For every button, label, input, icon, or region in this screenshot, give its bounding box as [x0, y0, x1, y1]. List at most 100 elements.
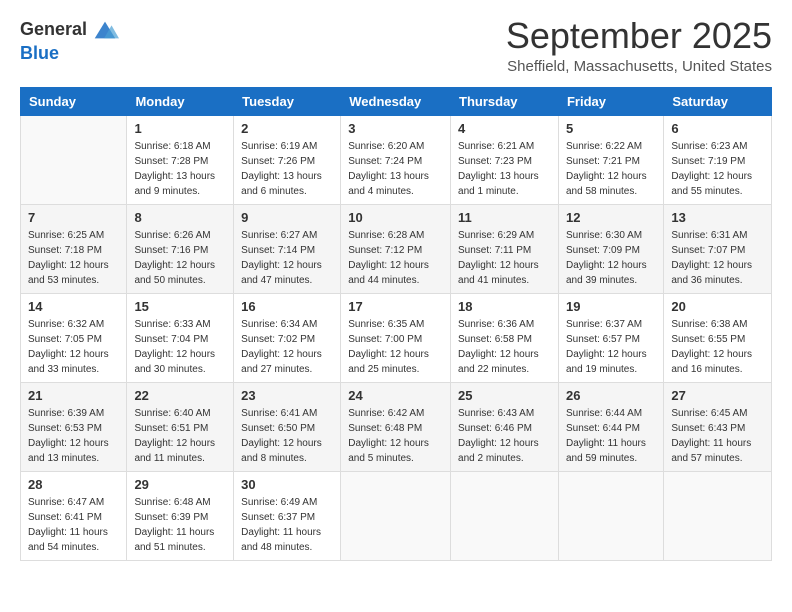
- calendar-day-cell: 15 Sunrise: 6:33 AMSunset: 7:04 PMDayligh…: [127, 293, 234, 382]
- day-number: 6: [671, 121, 764, 136]
- day-info: Sunrise: 6:25 AMSunset: 7:18 PMDaylight:…: [28, 228, 119, 288]
- day-number: 12: [566, 210, 656, 225]
- day-info: Sunrise: 6:45 AMSunset: 6:43 PMDaylight:…: [671, 406, 764, 466]
- day-info: Sunrise: 6:43 AMSunset: 6:46 PMDaylight:…: [458, 406, 551, 466]
- day-info: Sunrise: 6:47 AMSunset: 6:41 PMDaylight:…: [28, 495, 119, 555]
- day-info: Sunrise: 6:22 AMSunset: 7:21 PMDaylight:…: [566, 139, 656, 199]
- day-number: 2: [241, 121, 333, 136]
- calendar-day-cell: 24Sunrise: 6:42 AMSunset: 6:48 PMDayligh…: [341, 382, 451, 471]
- day-info: Sunrise: 6:40 AMSunset: 6:51 PMDaylight:…: [134, 406, 226, 466]
- day-info: Sunrise: 6:19 AMSunset: 7:26 PMDaylight:…: [241, 139, 333, 199]
- calendar-day-cell: 28 Sunrise: 6:47 AMSunset: 6:41 PMDayligh…: [21, 471, 127, 560]
- day-number: 18: [458, 299, 551, 314]
- day-info: Sunrise: 6:39 AMSunset: 6:53 PMDaylight:…: [28, 406, 119, 466]
- calendar-day-cell: 3 Sunrise: 6:20 AMSunset: 7:24 PMDaylight…: [341, 115, 451, 204]
- logo: General Blue: [20, 16, 119, 64]
- weekday-header-friday: Friday: [558, 87, 663, 115]
- day-number: 30: [241, 477, 333, 492]
- calendar-day-cell: [451, 471, 559, 560]
- day-number: 16: [241, 299, 333, 314]
- calendar-day-cell: 27Sunrise: 6:45 AMSunset: 6:43 PMDayligh…: [664, 382, 772, 471]
- day-number: 20: [671, 299, 764, 314]
- calendar-day-cell: 11Sunrise: 6:29 AMSunset: 7:11 PMDayligh…: [451, 204, 559, 293]
- calendar-day-cell: [664, 471, 772, 560]
- day-number: 24: [348, 388, 443, 403]
- calendar-day-cell: 1 Sunrise: 6:18 AMSunset: 7:28 PMDaylight…: [127, 115, 234, 204]
- weekday-header-tuesday: Tuesday: [234, 87, 341, 115]
- day-info: Sunrise: 6:37 AMSunset: 6:57 PMDaylight:…: [566, 317, 656, 377]
- day-number: 1: [134, 121, 226, 136]
- day-info: Sunrise: 6:18 AMSunset: 7:28 PMDaylight:…: [134, 139, 226, 199]
- calendar-week-row: 14 Sunrise: 6:32 AMSunset: 7:05 PMDayligh…: [21, 293, 772, 382]
- day-number: 13: [671, 210, 764, 225]
- calendar-day-cell: [558, 471, 663, 560]
- calendar-day-cell: 12 Sunrise: 6:30 AMSunset: 7:09 PMDayligh…: [558, 204, 663, 293]
- calendar-day-cell: 5 Sunrise: 6:22 AMSunset: 7:21 PMDaylight…: [558, 115, 663, 204]
- day-info: Sunrise: 6:49 AMSunset: 6:37 PMDaylight:…: [241, 495, 333, 555]
- logo-icon: [91, 16, 119, 44]
- day-info: Sunrise: 6:35 AMSunset: 7:00 PMDaylight:…: [348, 317, 443, 377]
- day-info: Sunrise: 6:23 AMSunset: 7:19 PMDaylight:…: [671, 139, 764, 199]
- calendar-day-cell: 18 Sunrise: 6:36 AMSunset: 6:58 PMDayligh…: [451, 293, 559, 382]
- calendar-day-cell: 19 Sunrise: 6:37 AMSunset: 6:57 PMDayligh…: [558, 293, 663, 382]
- day-number: 11: [458, 210, 551, 225]
- day-info: Sunrise: 6:21 AMSunset: 7:23 PMDaylight:…: [458, 139, 551, 199]
- day-info: Sunrise: 6:28 AMSunset: 7:12 PMDaylight:…: [348, 228, 443, 288]
- day-number: 15: [134, 299, 226, 314]
- day-number: 22: [134, 388, 226, 403]
- day-info: Sunrise: 6:34 AMSunset: 7:02 PMDaylight:…: [241, 317, 333, 377]
- day-number: 3: [348, 121, 443, 136]
- calendar-day-cell: 21 Sunrise: 6:39 AMSunset: 6:53 PMDayligh…: [21, 382, 127, 471]
- calendar-week-row: 28 Sunrise: 6:47 AMSunset: 6:41 PMDayligh…: [21, 471, 772, 560]
- day-number: 21: [28, 388, 119, 403]
- calendar-day-cell: [21, 115, 127, 204]
- calendar-day-cell: 22 Sunrise: 6:40 AMSunset: 6:51 PMDayligh…: [127, 382, 234, 471]
- day-number: 25: [458, 388, 551, 403]
- day-info: Sunrise: 6:33 AMSunset: 7:04 PMDaylight:…: [134, 317, 226, 377]
- calendar-week-row: 1 Sunrise: 6:18 AMSunset: 7:28 PMDaylight…: [21, 115, 772, 204]
- day-info: Sunrise: 6:20 AMSunset: 7:24 PMDaylight:…: [348, 139, 443, 199]
- day-number: 17: [348, 299, 443, 314]
- calendar-week-row: 7 Sunrise: 6:25 AMSunset: 7:18 PMDaylight…: [21, 204, 772, 293]
- day-info: Sunrise: 6:38 AMSunset: 6:55 PMDaylight:…: [671, 317, 764, 377]
- weekday-header-wednesday: Wednesday: [341, 87, 451, 115]
- calendar-day-cell: 29 Sunrise: 6:48 AMSunset: 6:39 PMDayligh…: [127, 471, 234, 560]
- calendar-week-row: 21 Sunrise: 6:39 AMSunset: 6:53 PMDayligh…: [21, 382, 772, 471]
- calendar-day-cell: 20 Sunrise: 6:38 AMSunset: 6:55 PMDayligh…: [664, 293, 772, 382]
- calendar-day-cell: 7 Sunrise: 6:25 AMSunset: 7:18 PMDaylight…: [21, 204, 127, 293]
- page-header: General Blue September 2025 Sheffield, M…: [20, 16, 772, 75]
- weekday-header-row: SundayMondayTuesdayWednesdayThursdayFrid…: [21, 87, 772, 115]
- calendar-day-cell: 30 Sunrise: 6:49 AMSunset: 6:37 PMDayligh…: [234, 471, 341, 560]
- day-number: 10: [348, 210, 443, 225]
- day-number: 29: [134, 477, 226, 492]
- calendar-day-cell: 17 Sunrise: 6:35 AMSunset: 7:00 PMDayligh…: [341, 293, 451, 382]
- weekday-header-thursday: Thursday: [451, 87, 559, 115]
- day-info: Sunrise: 6:30 AMSunset: 7:09 PMDaylight:…: [566, 228, 656, 288]
- calendar-day-cell: 6 Sunrise: 6:23 AMSunset: 7:19 PMDaylight…: [664, 115, 772, 204]
- day-number: 28: [28, 477, 119, 492]
- day-info: Sunrise: 6:41 AMSunset: 6:50 PMDaylight:…: [241, 406, 333, 466]
- logo-blue-text: Blue: [20, 43, 59, 63]
- calendar-day-cell: 10 Sunrise: 6:28 AMSunset: 7:12 PMDayligh…: [341, 204, 451, 293]
- day-number: 26: [566, 388, 656, 403]
- title-area: September 2025 Sheffield, Massachusetts,…: [506, 16, 772, 75]
- day-info: Sunrise: 6:48 AMSunset: 6:39 PMDaylight:…: [134, 495, 226, 555]
- calendar-day-cell: 25 Sunrise: 6:43 AMSunset: 6:46 PMDayligh…: [451, 382, 559, 471]
- weekday-header-monday: Monday: [127, 87, 234, 115]
- day-info: Sunrise: 6:32 AMSunset: 7:05 PMDaylight:…: [28, 317, 119, 377]
- day-number: 19: [566, 299, 656, 314]
- calendar-day-cell: 23 Sunrise: 6:41 AMSunset: 6:50 PMDayligh…: [234, 382, 341, 471]
- calendar-day-cell: 9Sunrise: 6:27 AMSunset: 7:14 PMDaylight…: [234, 204, 341, 293]
- calendar-day-cell: 2 Sunrise: 6:19 AMSunset: 7:26 PMDaylight…: [234, 115, 341, 204]
- day-number: 9: [241, 210, 333, 225]
- day-number: 5: [566, 121, 656, 136]
- day-number: 14: [28, 299, 119, 314]
- day-number: 7: [28, 210, 119, 225]
- weekday-header-saturday: Saturday: [664, 87, 772, 115]
- calendar-day-cell: [341, 471, 451, 560]
- month-title: September 2025: [506, 16, 772, 56]
- day-number: 4: [458, 121, 551, 136]
- calendar-day-cell: 4 Sunrise: 6:21 AMSunset: 7:23 PMDaylight…: [451, 115, 559, 204]
- day-number: 23: [241, 388, 333, 403]
- day-info: Sunrise: 6:36 AMSunset: 6:58 PMDaylight:…: [458, 317, 551, 377]
